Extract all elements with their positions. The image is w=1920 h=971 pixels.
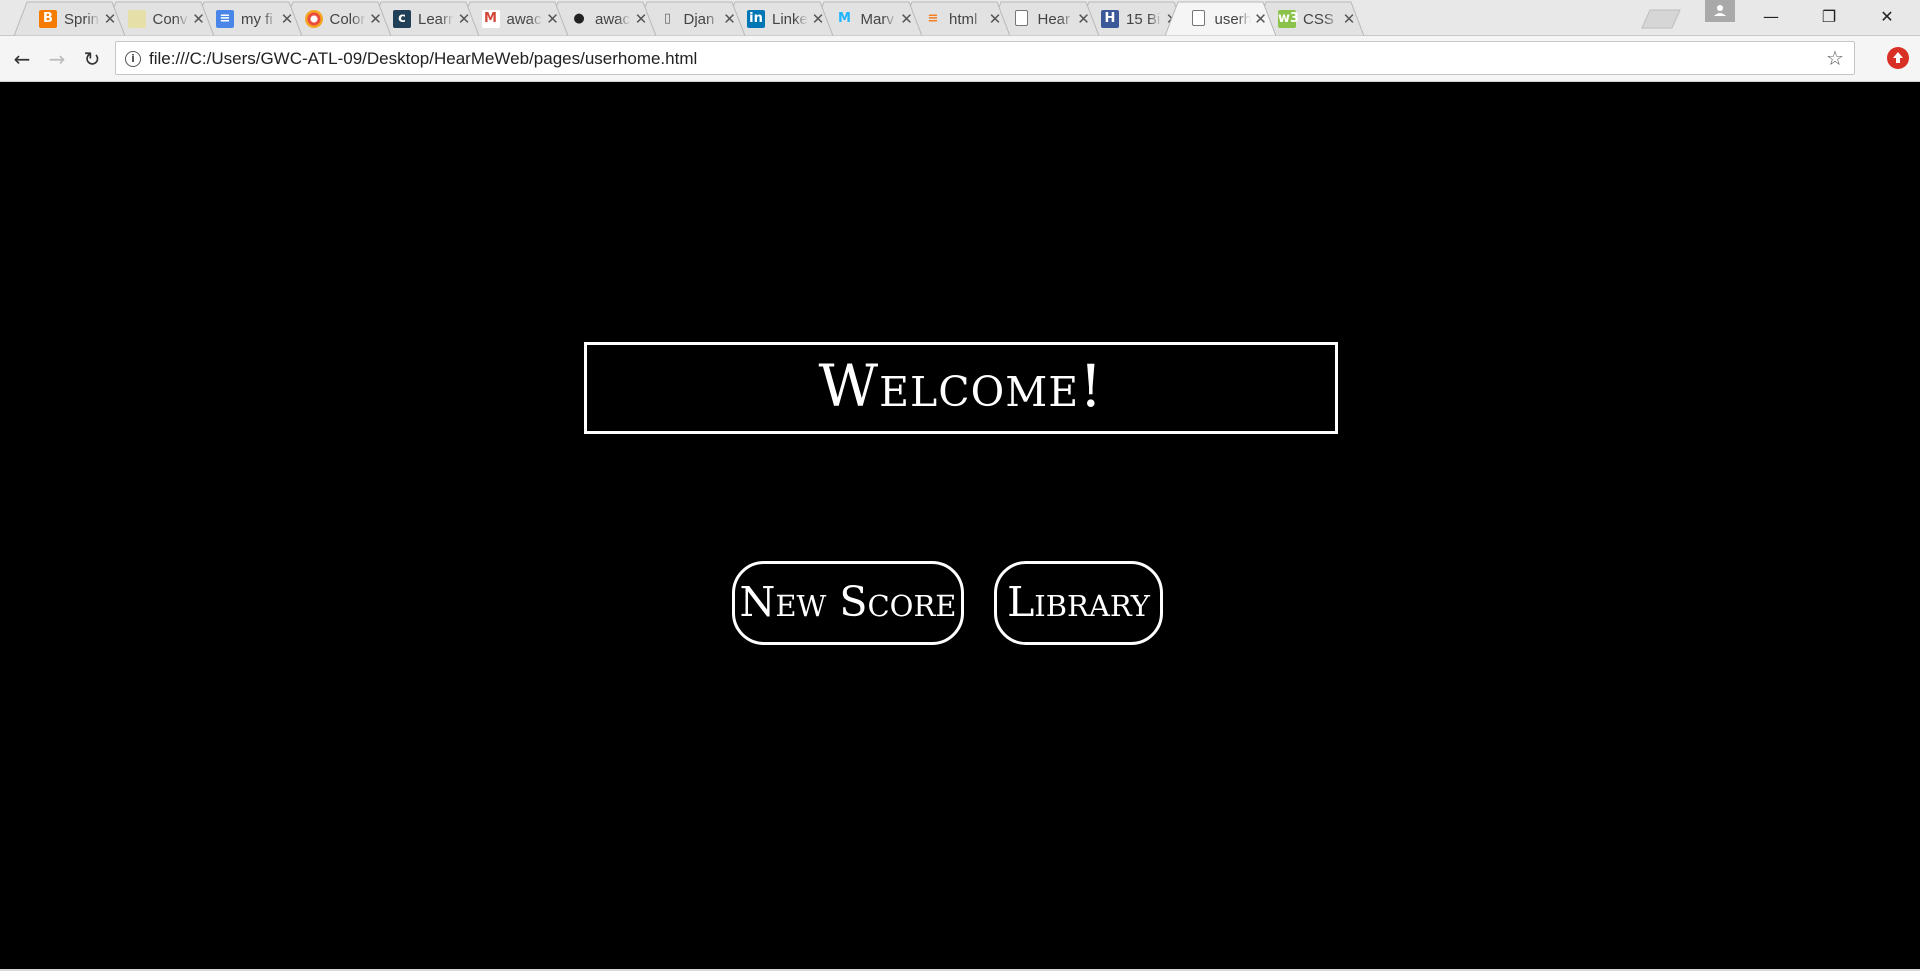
page-icon [1014, 10, 1028, 26]
tab-item[interactable]: B Spring✕ [14, 1, 125, 36]
tab-title: awac [595, 11, 631, 29]
reload-button[interactable]: ↻ [77, 44, 107, 74]
tab-close-icon[interactable]: ✕ [1076, 10, 1092, 28]
extension-icon[interactable] [1887, 47, 1909, 69]
tab-close-icon[interactable]: ✕ [633, 10, 649, 28]
browser-tab-strip: BSpring✕Conv✕≡my fi✕Color✕cLearn✕Mawac✕●… [0, 0, 1920, 36]
new-tab-button[interactable] [1640, 9, 1682, 29]
tab-title: Learn [418, 11, 454, 29]
tab-close-icon[interactable]: ✕ [545, 10, 561, 28]
docs-icon: ≡ [216, 10, 234, 28]
page-content: Welcome! New Score Library [0, 82, 1920, 971]
tab-close-icon[interactable]: ✕ [191, 10, 207, 28]
tab-title: Linke [772, 11, 808, 29]
profile-icon[interactable] [1705, 0, 1735, 22]
forward-button[interactable]: → [42, 44, 72, 74]
h-icon: H [1101, 10, 1119, 28]
tab-title: Spring [64, 11, 100, 29]
welcome-banner: Welcome! [584, 342, 1338, 434]
tab-title: Marv [861, 11, 897, 29]
tab-title: html [949, 11, 985, 29]
tab-close-icon[interactable]: ✕ [456, 10, 472, 28]
tab-close-icon[interactable]: ✕ [899, 10, 915, 28]
colorwheel-icon [304, 10, 323, 28]
tab-close-icon[interactable]: ✕ [987, 10, 1003, 28]
tab-active[interactable]: userh ✕ [1164, 1, 1276, 36]
tab-title: Hear [1038, 11, 1074, 29]
tab-title: my fi [241, 11, 277, 29]
gmail-icon: M [481, 10, 500, 28]
folder-icon [127, 10, 146, 28]
page-icon [1191, 10, 1205, 26]
bookmark-star-icon[interactable]: ☆ [1824, 47, 1846, 69]
library-button[interactable]: Library [994, 561, 1163, 645]
tab-title: awac [506, 11, 543, 29]
restore-button[interactable]: ❐ [1800, 0, 1858, 34]
tab-close-icon[interactable]: ✕ [279, 10, 295, 28]
codecademy-icon: c [393, 10, 411, 28]
browser-toolbar: ← → ↻ i file:///C:/Users/GWC-ATL-09/Desk… [0, 36, 1920, 82]
back-button[interactable]: ← [7, 44, 37, 74]
linkedin-icon: in [747, 10, 765, 28]
tab-title: Conv [152, 11, 189, 29]
minimize-button[interactable]: — [1742, 0, 1800, 34]
tab-close-icon[interactable]: ✕ [722, 10, 738, 28]
tab-close-icon[interactable]: ✕ [1253, 10, 1269, 28]
tab-close-icon[interactable]: ✕ [1341, 10, 1357, 28]
tab-title: Color [329, 11, 366, 29]
tab-title: CSS I [1303, 11, 1339, 29]
blogger-icon: B [39, 10, 57, 28]
page-title: Welcome! [818, 352, 1104, 420]
marvel-icon: M [838, 11, 851, 26]
tab-close-icon[interactable]: ✕ [102, 10, 118, 28]
tab-close-icon[interactable]: ✕ [810, 10, 826, 28]
tab-close-icon[interactable]: ✕ [368, 10, 384, 28]
info-icon[interactable]: i [125, 51, 141, 67]
github-icon: ● [573, 11, 585, 26]
tab-title: userh [1214, 11, 1251, 29]
stackoverflow-icon: ≡ [927, 11, 939, 26]
address-bar[interactable]: i file:///C:/Users/GWC-ATL-09/Desktop/He… [115, 41, 1855, 75]
tab-title: 15 Bi [1126, 11, 1162, 29]
url-text[interactable]: file:///C:/Users/GWC-ATL-09/Desktop/Hear… [149, 49, 697, 69]
tab-title: Djan [684, 11, 720, 29]
book-icon: ▯ [663, 11, 672, 26]
close-window-button[interactable]: ✕ [1858, 0, 1916, 34]
new-score-button[interactable]: New Score [732, 561, 964, 645]
w3-icon: w3 [1278, 10, 1300, 28]
